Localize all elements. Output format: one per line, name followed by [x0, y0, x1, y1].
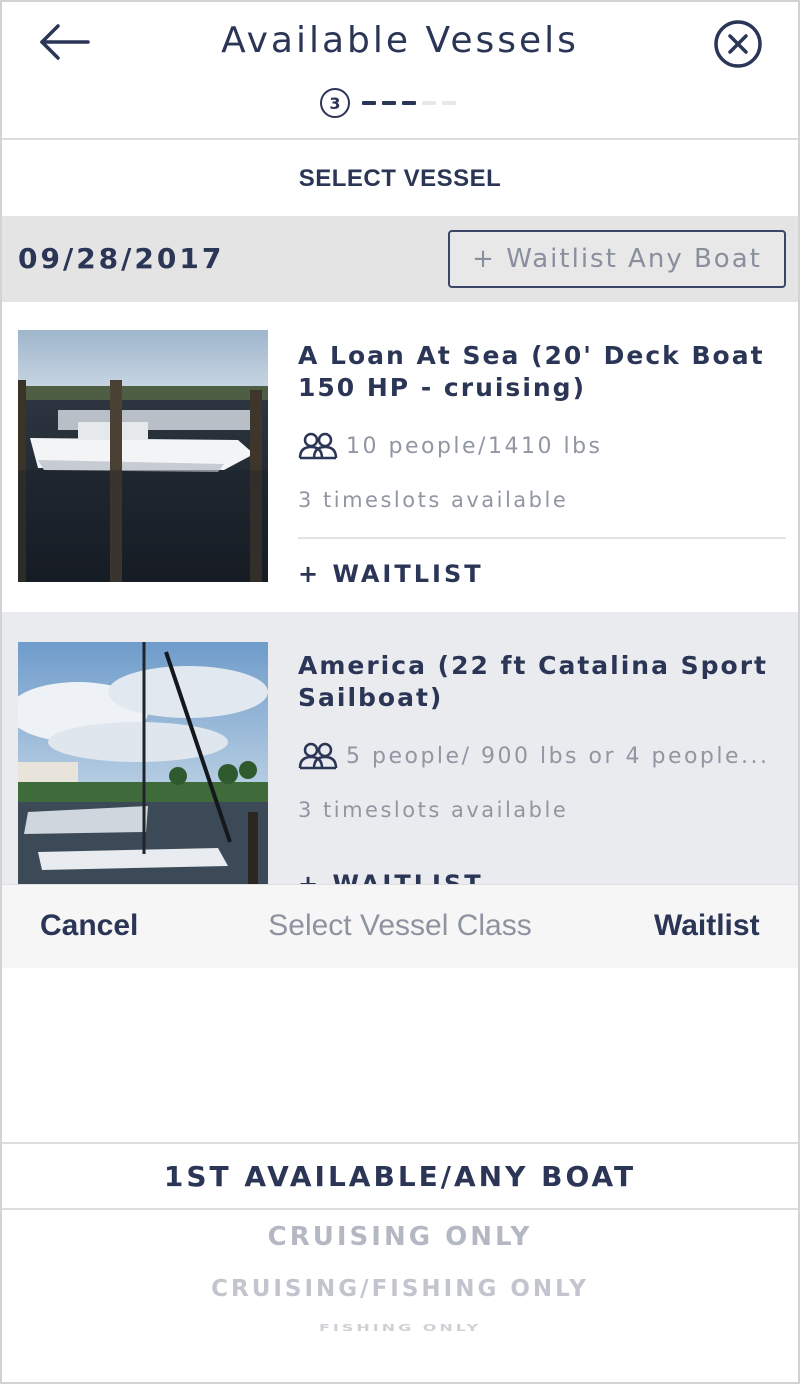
- waitlist-button[interactable]: + WAITLIST: [298, 560, 484, 588]
- timeslots-text: 3 timeslots available: [298, 798, 569, 822]
- progress-dash: [362, 101, 376, 105]
- picker-option[interactable]: CRUISING/FISHING ONLY: [2, 1276, 798, 1302]
- selected-date[interactable]: 09/28/2017: [18, 242, 224, 275]
- vessel-card[interactable]: A Loan At Sea (20' Deck Boat 150 HP - cr…: [2, 302, 798, 612]
- picker-waitlist-button[interactable]: Waitlist: [654, 909, 760, 943]
- progress-dash: [422, 101, 436, 105]
- capacity-row: 10 people/1410 lbs: [298, 430, 778, 462]
- picker-option[interactable]: CRUISING ONLY: [2, 1222, 798, 1252]
- vessel-name: America (22 ft Catalina Sport Sailboat): [298, 651, 768, 712]
- close-circle-icon: [714, 20, 762, 68]
- capacity-row: 5 people/ 900 lbs or 4 people...: [298, 740, 778, 772]
- vessel-card[interactable]: America (22 ft Catalina Sport Sailboat) …: [2, 612, 798, 884]
- step-indicator: 3: [320, 88, 456, 118]
- progress-dash: [442, 101, 456, 105]
- people-icon: [298, 432, 338, 460]
- picker-toolbar: Select Vessel Class Cancel Waitlist: [2, 884, 798, 968]
- selection-line-top: [2, 1142, 798, 1144]
- vessel-name: A Loan At Sea (20' Deck Boat 150 HP - cr…: [298, 341, 765, 402]
- cancel-button[interactable]: Cancel: [40, 909, 138, 943]
- waitlist-button[interactable]: + WAITLIST: [298, 870, 484, 884]
- capacity-text: 10 people/1410 lbs: [346, 433, 603, 459]
- vessel-class-picker[interactable]: 1ST AVAILABLE/ANY BOAT CRUISING ONLY CRU…: [2, 968, 798, 1382]
- header: Available Vessels 3: [2, 2, 798, 140]
- timeslots-text: 3 timeslots available: [298, 488, 569, 512]
- section-title: SELECT VESSEL: [298, 165, 502, 192]
- page-title: Available Vessels: [221, 20, 579, 61]
- app-screen: Available Vessels 3 SELECT VESSEL 09/28/…: [0, 0, 800, 1384]
- step-number: 3: [320, 88, 350, 118]
- waitlist-any-boat-button[interactable]: + Waitlist Any Boat: [448, 230, 786, 288]
- vessel-photo: [18, 330, 268, 582]
- progress-dash: [382, 101, 396, 105]
- selection-line-bottom: [2, 1208, 798, 1210]
- divider: [298, 537, 786, 539]
- picker-option[interactable]: FISHING ONLY: [2, 1322, 798, 1333]
- vessel-photo: [18, 642, 268, 884]
- close-button[interactable]: [712, 18, 764, 70]
- progress-dash: [402, 101, 416, 105]
- people-icon: [298, 742, 338, 770]
- picker-option-selected[interactable]: 1ST AVAILABLE/ANY BOAT: [2, 1160, 798, 1193]
- capacity-text: 5 people/ 900 lbs or 4 people...: [346, 743, 770, 769]
